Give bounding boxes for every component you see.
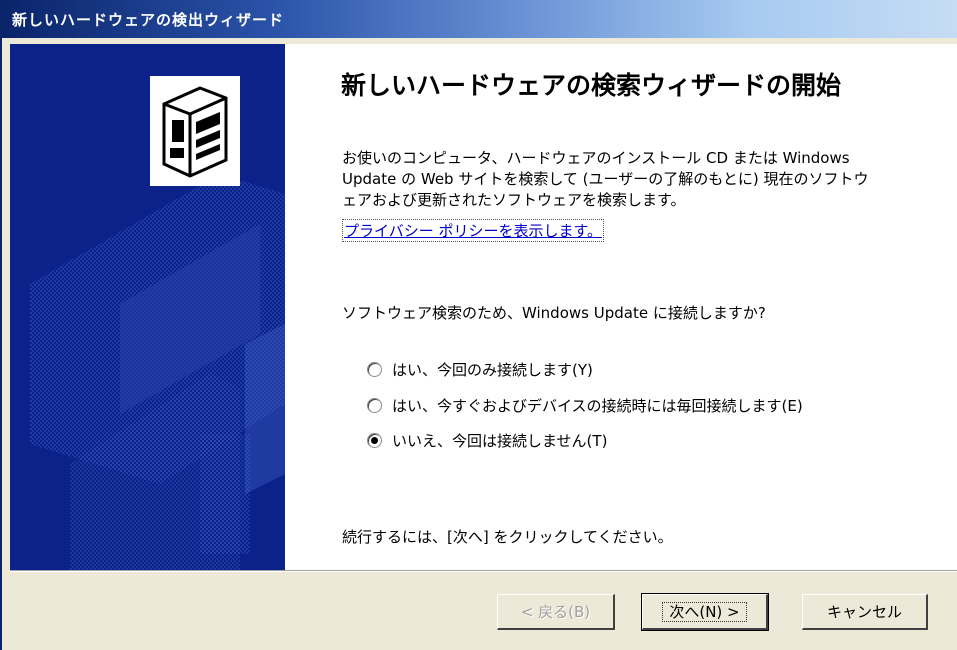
description: お使いのコンピュータ、ハードウェアのインストール CD または Windows … [342, 148, 902, 211]
sidebar-background-graphic [10, 44, 285, 570]
window-title: 新しいハードウェアの検出ウィザード [12, 11, 285, 29]
page-title: 新しいハードウェアの検索ウィザードの開始 [341, 71, 842, 100]
cancel-button-label: キャンセル [826, 603, 902, 621]
cancel-button[interactable]: キャンセル [802, 594, 928, 630]
radio-label[interactable]: はい、今すぐおよびデバイスの接続時には毎回接続します(E) [392, 395, 803, 416]
description-line: お使いのコンピュータ、ハードウェアのインストール CD または Windows [342, 149, 850, 167]
next-button[interactable]: 次へ(N) > [641, 593, 769, 631]
description-line: Update の Web サイトを検索して (ユーザーの了解のもとに) 現在のソ… [342, 170, 869, 188]
radio-label[interactable]: いいえ、今回は接続しません(T) [392, 430, 607, 451]
radio-button-icon[interactable] [367, 361, 382, 377]
wizard-window: 新しいハードウェアの検出ウィザード 新しいハードウェアの検索ウィザードの開始 お… [0, 0, 957, 650]
next-button-label: 次へ(N) > [662, 602, 747, 622]
wizard-sidebar [10, 44, 285, 570]
radio-connect-always[interactable]: はい、今すぐおよびデバイスの接続時には毎回接続します(E) [367, 394, 803, 416]
button-area-divider [10, 570, 957, 572]
radio-do-not-connect[interactable]: いいえ、今回は接続しません(T) [367, 429, 607, 451]
description-line: ェアおよび更新されたソフトウェアを検索します。 [342, 191, 686, 209]
radio-connect-once[interactable]: はい、今回のみ接続します(Y) [367, 358, 593, 380]
radio-label[interactable]: はい、今回のみ接続します(Y) [392, 359, 593, 380]
connect-question: ソフトウェア検索のため、Windows Update に接続しますか? [342, 304, 766, 322]
wizard-content: 新しいハードウェアの検索ウィザードの開始 お使いのコンピュータ、ハードウェアのイ… [285, 44, 957, 570]
privacy-policy-link[interactable]: プライバシー ポリシーを表示します。 [342, 219, 604, 242]
radio-button-icon[interactable] [367, 397, 382, 413]
radio-button-selected-icon[interactable] [367, 432, 382, 448]
title-bar[interactable]: 新しいハードウェアの検出ウィザード [2, 0, 957, 38]
back-button[interactable]: < 戻る(B) [497, 594, 615, 630]
back-button-label: < 戻る(B) [520, 603, 591, 621]
hardware-wizard-icon [150, 76, 240, 186]
continue-instruction: 続行するには、[次へ] をクリックしてください。 [342, 528, 673, 546]
